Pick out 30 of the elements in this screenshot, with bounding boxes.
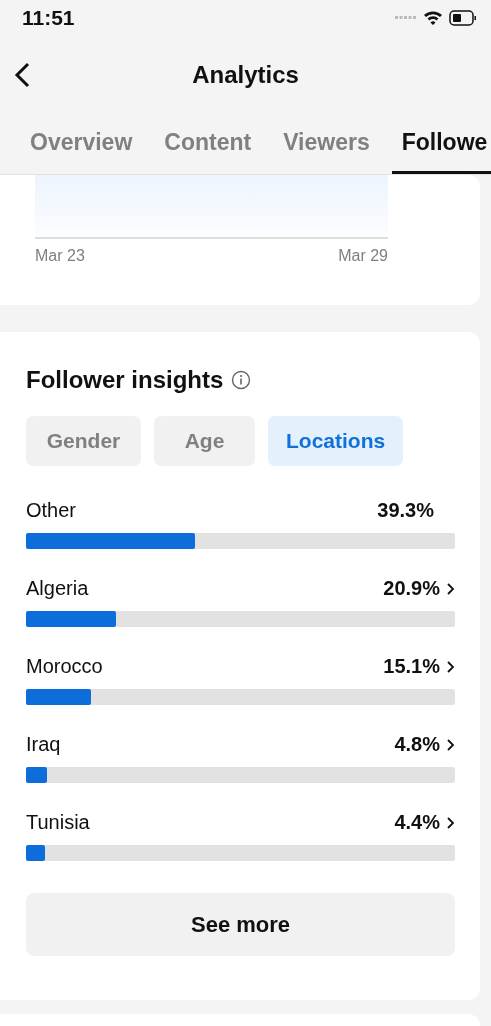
tab[interactable]: Content <box>154 114 262 174</box>
page-title: Analytics <box>192 61 299 89</box>
axis-label: Mar 29 <box>338 247 388 265</box>
tab[interactable]: Viewers <box>273 114 380 174</box>
battery-icon <box>449 10 477 26</box>
location-percentage: 4.8% <box>394 733 440 756</box>
location-name: Morocco <box>26 655 103 678</box>
location-name: Other <box>26 499 77 522</box>
location-percentage: 4.4% <box>394 811 440 834</box>
section-title: Follower insights <box>26 366 224 394</box>
location-percentage: 39.3% <box>377 499 434 522</box>
location-percentage: 15.1% <box>383 655 440 678</box>
location-name: Iraq <box>26 733 61 756</box>
tab[interactable]: Overview <box>20 114 143 174</box>
wifi-icon <box>423 10 443 26</box>
see-more-button[interactable]: See more <box>26 893 455 956</box>
location-percentage: 20.9% <box>383 577 440 600</box>
chevron-icon[interactable] <box>446 737 455 752</box>
status-time: 11:51 <box>22 6 75 30</box>
location-name: Tunisia <box>26 811 90 834</box>
signal-icon <box>395 16 417 20</box>
chevron-icon[interactable] <box>446 659 455 674</box>
location-name: Algeria <box>26 577 89 600</box>
axis-label: Mar 23 <box>35 247 85 265</box>
chevron-icon[interactable] <box>446 815 455 830</box>
filter-tab[interactable]: Locations <box>268 416 404 466</box>
chevron-icon[interactable] <box>446 581 455 596</box>
filter-tab[interactable]: Age <box>154 416 255 466</box>
filter-tab[interactable]: Gender <box>26 416 141 466</box>
info-icon[interactable] <box>231 370 252 390</box>
